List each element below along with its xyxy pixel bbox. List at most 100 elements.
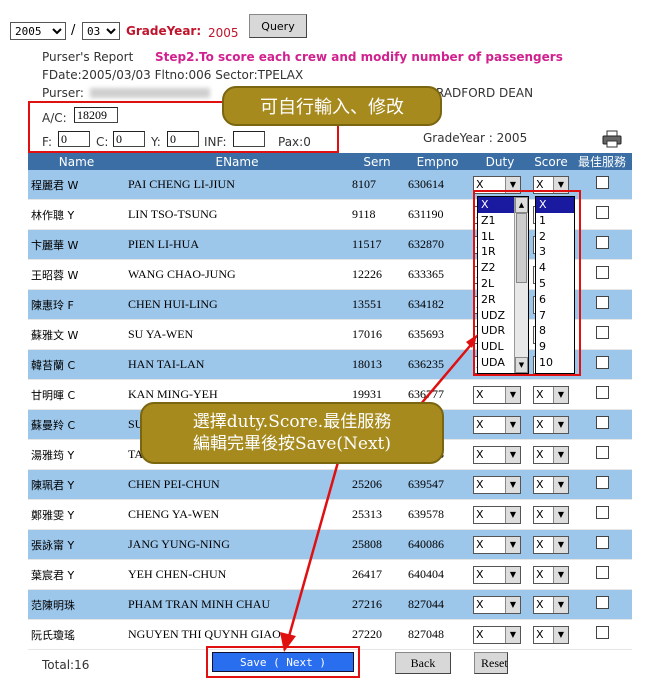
score-select[interactable]: X▼ xyxy=(533,415,569,434)
table-row: 鄭雅雯 Y CHENG YA-WEN 25313 639578 X ▼ X ▼ xyxy=(28,499,632,530)
inf-input[interactable] xyxy=(233,131,265,147)
best-service-checkbox[interactable] xyxy=(595,236,609,249)
month-select[interactable]: 03 xyxy=(82,22,120,40)
best-service-checkbox[interactable] xyxy=(595,296,609,309)
best-service-cell xyxy=(572,170,632,200)
duty-value: X xyxy=(476,508,484,521)
save-next-button[interactable]: Save ( Next ) xyxy=(212,652,354,672)
chevron-down-icon[interactable]: ▼ xyxy=(553,476,568,493)
duty-select[interactable]: X▼ xyxy=(473,625,521,644)
c-input[interactable] xyxy=(113,131,145,147)
instruction-line-2: 編輯完畢後按Save(Next) xyxy=(192,434,392,454)
reset-button[interactable]: Reset xyxy=(474,652,508,674)
best-service-checkbox[interactable] xyxy=(595,176,609,189)
duty-select[interactable]: X▼ xyxy=(473,475,521,494)
crew-name: 張詠甯 Y xyxy=(28,529,125,560)
score-select[interactable]: X▼ xyxy=(533,565,569,584)
grade-year-info: GradeYear : 2005 xyxy=(423,131,528,145)
best-service-checkbox[interactable] xyxy=(595,536,609,549)
instruction-line-1: 選擇duty.Score.最佳服務 xyxy=(192,412,392,432)
chevron-down-icon[interactable]: ▼ xyxy=(505,386,520,403)
chevron-down-icon[interactable]: ▼ xyxy=(553,506,568,523)
chevron-down-icon[interactable]: ▼ xyxy=(553,536,568,553)
crew-name: 阮氏瓊瑤 xyxy=(28,619,125,650)
best-service-checkbox[interactable] xyxy=(595,566,609,579)
duty-select[interactable]: X▼ xyxy=(473,415,521,434)
score-select[interactable]: X▼ xyxy=(533,475,569,494)
best-service-checkbox[interactable] xyxy=(595,266,609,279)
query-button[interactable]: Query xyxy=(249,14,307,38)
dropdown-highlight-box xyxy=(473,190,581,376)
col-empno: Empno xyxy=(405,153,470,170)
crew-sern: 18013 xyxy=(349,349,405,380)
best-service-checkbox[interactable] xyxy=(595,446,609,459)
best-service-checkbox[interactable] xyxy=(595,626,609,639)
year-select[interactable]: 2005 xyxy=(10,22,66,40)
chevron-down-icon[interactable]: ▼ xyxy=(553,626,568,643)
crew-ename: SU YA-WEN xyxy=(125,319,349,350)
chevron-down-icon[interactable]: ▼ xyxy=(505,596,520,613)
score-select[interactable]: X▼ xyxy=(533,535,569,554)
score-cell: X▼ xyxy=(530,439,572,470)
crew-empno: 640404 xyxy=(405,559,470,590)
chevron-down-icon[interactable]: ▼ xyxy=(553,416,568,433)
chevron-down-icon[interactable]: ▼ xyxy=(505,566,520,583)
score-cell: X▼ xyxy=(530,409,572,440)
score-value: X xyxy=(536,448,544,461)
ac-input[interactable] xyxy=(74,107,118,123)
f-input[interactable] xyxy=(58,131,90,147)
best-service-cell xyxy=(572,439,632,470)
table-row: 葉宸君 Y YEH CHEN-CHUN 26417 640404 X ▼ X ▼ xyxy=(28,559,632,590)
purser-label: Purser: xyxy=(42,86,84,100)
chevron-down-icon[interactable]: ▼ xyxy=(505,446,520,463)
duty-select[interactable]: X▼ xyxy=(473,565,521,584)
score-select[interactable]: X▼ xyxy=(533,385,569,404)
duty-select[interactable]: X▼ xyxy=(473,445,521,464)
best-service-checkbox[interactable] xyxy=(595,476,609,489)
chevron-down-icon[interactable]: ▼ xyxy=(505,416,520,433)
score-select[interactable]: X▼ xyxy=(533,505,569,524)
back-button[interactable]: Back xyxy=(395,652,451,674)
duty-select[interactable]: X▼ xyxy=(473,595,521,614)
crew-ename: LIN TSO-TSUNG xyxy=(125,199,349,230)
score-value: X xyxy=(536,598,544,611)
best-service-checkbox[interactable] xyxy=(595,386,609,399)
crew-ename: NGUYEN THI QUYNH GIAO xyxy=(125,619,349,650)
chevron-down-icon[interactable]: ▼ xyxy=(553,566,568,583)
best-service-cell xyxy=(572,589,632,620)
crew-empno: 636235 xyxy=(405,349,470,380)
col-best-service: 最佳服務 xyxy=(572,153,632,170)
duty-cell: X▼ xyxy=(470,589,530,620)
score-select[interactable]: X▼ xyxy=(533,625,569,644)
duty-cell: X▼ xyxy=(470,409,530,440)
ac-label: A/C: xyxy=(42,111,67,125)
best-service-checkbox[interactable] xyxy=(595,416,609,429)
best-service-checkbox[interactable] xyxy=(595,596,609,609)
printer-icon[interactable] xyxy=(602,130,622,148)
duty-select[interactable]: X▼ xyxy=(473,535,521,554)
score-select[interactable]: X▼ xyxy=(533,445,569,464)
chevron-down-icon[interactable]: ▼ xyxy=(505,536,520,553)
chevron-down-icon[interactable]: ▼ xyxy=(505,506,520,523)
y-input[interactable] xyxy=(167,131,199,147)
duty-select[interactable]: X▼ xyxy=(473,505,521,524)
chevron-down-icon[interactable]: ▼ xyxy=(505,476,520,493)
crew-name: 蘇曼羚 C xyxy=(28,409,125,440)
best-service-checkbox[interactable] xyxy=(595,206,609,219)
score-select[interactable]: X▼ xyxy=(533,595,569,614)
chevron-down-icon[interactable]: ▼ xyxy=(553,386,568,403)
c-label: C: xyxy=(96,135,109,149)
score-value: X xyxy=(536,388,544,401)
chevron-down-icon[interactable]: ▼ xyxy=(505,626,520,643)
score-cell: X▼ xyxy=(530,469,572,500)
best-service-checkbox[interactable] xyxy=(595,506,609,519)
chevron-down-icon[interactable]: ▼ xyxy=(553,596,568,613)
best-service-checkbox[interactable] xyxy=(595,326,609,339)
crew-name: 陳珮君 Y xyxy=(28,469,125,500)
chevron-down-icon[interactable]: ▼ xyxy=(553,446,568,463)
best-service-checkbox[interactable] xyxy=(595,356,609,369)
table-row: 阮氏瓊瑤 NGUYEN THI QUYNH GIAO 27220 827048 X ▼ X ▼ xyxy=(28,619,632,650)
crew-empno: 639578 xyxy=(405,499,470,530)
col-duty: Duty xyxy=(470,153,530,170)
duty-select[interactable]: X▼ xyxy=(473,385,521,404)
